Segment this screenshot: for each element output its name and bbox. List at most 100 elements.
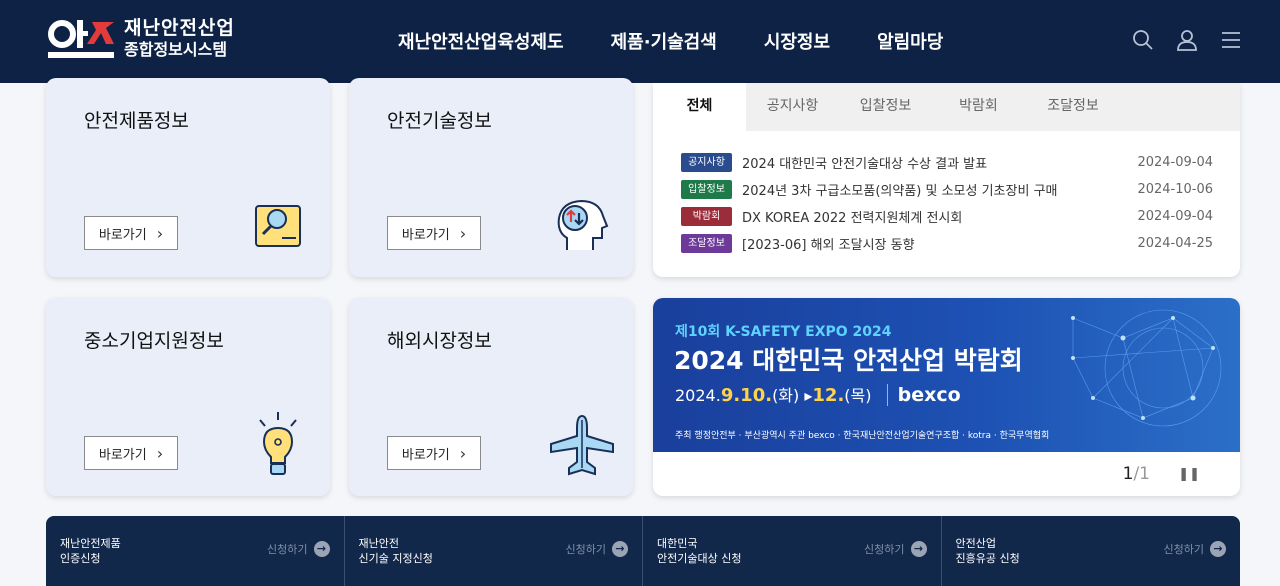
banner-hosts: 주최 행정안전부 · 부산광역시 주관 bexco · 한국재난안전산업기술연구… — [675, 431, 1050, 441]
chevron-right-icon: › — [459, 443, 467, 463]
notice-date: 2024-04-25 — [1137, 236, 1213, 251]
card-overseas-market: 해외시장정보 바로가기 › — [349, 298, 633, 496]
apply-item-label: 재난안전 신기술 지정신청 — [358, 537, 433, 565]
list-item[interactable]: 조달정보 [2023-06] 해외 조달시장 동향 2024-04-25 — [681, 230, 1213, 257]
apply-button[interactable]: 신청하기 → — [864, 541, 927, 557]
airplane-icon — [549, 414, 615, 480]
head-brain-icon — [553, 196, 611, 258]
go-button[interactable]: 바로가기 › — [387, 436, 481, 470]
day-start: (화) — [772, 386, 800, 405]
card-title: 안전제품정보 — [84, 110, 189, 132]
notice-date: 2024-10-06 — [1137, 182, 1213, 197]
notice-title[interactable]: 2024년 3차 구급소모품(의약품) 및 소모성 기초장비 구매 — [742, 180, 1137, 199]
tab-all[interactable]: 전체 — [653, 83, 746, 131]
arrow-right-icon: → — [612, 541, 628, 557]
pause-icon[interactable]: ❚❚ — [1178, 467, 1200, 482]
go-button-label: 바로가기 — [98, 227, 147, 243]
date-prefix: 2024. — [675, 386, 721, 405]
go-button[interactable]: 바로가기 › — [84, 436, 178, 470]
tab-procurement[interactable]: 조달정보 — [1025, 83, 1121, 131]
expo-banner: 제10회 K-SAFETY EXPO 2024 2024 대한민국 안전산업 박… — [653, 298, 1240, 496]
notice-date: 2024-09-04 — [1137, 155, 1213, 170]
apply-item-new-tech[interactable]: 재난안전 신기술 지정신청 신청하기 → — [345, 516, 643, 586]
notice-title[interactable]: 2024 대한민국 안전기술대상 수상 결과 발표 — [742, 153, 1137, 172]
date-start: 9.10. — [720, 385, 773, 406]
nav-disaster-industry-policy[interactable]: 재난안전산업육성제도 — [398, 28, 564, 54]
search-icon[interactable] — [1132, 28, 1154, 52]
apply-button[interactable]: 신청하기 → — [566, 541, 628, 557]
notice-title[interactable]: [2023-06] 해외 조달시장 동향 — [742, 234, 1137, 253]
go-button[interactable]: 바로가기 › — [84, 216, 178, 250]
page-total: 1 — [1139, 464, 1150, 484]
apply-item-product-certification[interactable]: 재난안전제품 인증신청 신청하기 → — [46, 516, 345, 586]
go-button-label: 바로가기 — [98, 447, 147, 463]
apply-label: 신청하기 — [1163, 543, 1204, 556]
card-safety-product: 안전제품정보 바로가기 › — [46, 78, 330, 277]
menu-icon[interactable] — [1220, 28, 1242, 52]
chevron-right-icon: › — [156, 443, 164, 463]
apply-label: 신청하기 — [565, 543, 606, 556]
card-title: 해외시장정보 — [387, 330, 492, 352]
list-item[interactable]: 공지사항 2024 대한민국 안전기술대상 수상 결과 발표 2024-09-0… — [681, 149, 1213, 176]
application-bar: 재난안전제품 인증신청 신청하기 → 재난안전 신기술 지정신청 신청하기 → 대한… — [46, 516, 1240, 586]
arrow-right-icon: → — [910, 541, 927, 557]
notice-list: 공지사항 2024 대한민국 안전기술대상 수상 결과 발표 2024-09-0… — [681, 149, 1213, 257]
logo-line2: 종합정보시스템 — [124, 40, 228, 59]
date-end: 12. — [812, 385, 845, 406]
nav-market-info[interactable]: 시장정보 — [764, 28, 830, 54]
nav-notice-board[interactable]: 알림마당 — [877, 28, 943, 54]
apply-label: 신청하기 — [267, 543, 308, 556]
magnifier-document-icon — [254, 202, 304, 252]
nav-product-tech-search[interactable]: 제품·기술검색 — [611, 28, 717, 54]
main-nav: 재난안전산업육성제도 제품·기술검색 시장정보 알림마당 — [398, 28, 943, 54]
day-end: (목) — [844, 386, 872, 405]
list-item[interactable]: 박람회 DX KOREA 2022 전력지원체계 전시회 2024-09-04 — [681, 203, 1213, 230]
category-badge: 조달정보 — [681, 234, 732, 253]
site-header: 재난안전산업 종합정보시스템 재난안전산업육성제도 제품·기술검색 시장정보 알… — [0, 0, 1280, 83]
notice-panel: 전체 공지사항 입찰정보 박람회 조달정보 공지사항 2024 대한민국 안전기… — [653, 83, 1240, 277]
user-icon[interactable] — [1176, 28, 1198, 52]
arrow-right-icon: → — [313, 541, 330, 557]
notice-date: 2024-09-04 — [1137, 209, 1213, 224]
logo-mark-icon — [46, 16, 116, 62]
logo-text: 재난안전산업 종합정보시스템 — [124, 17, 235, 61]
card-safety-tech: 안전기술정보 바로가기 › — [349, 78, 633, 277]
banner-subtitle: 제10회 K-SAFETY EXPO 2024 — [675, 324, 892, 340]
chevron-right-icon: › — [459, 223, 467, 243]
go-button-label: 바로가기 — [401, 227, 450, 243]
category-badge: 입찰정보 — [681, 180, 732, 199]
chevron-right-icon: › — [156, 223, 164, 243]
apply-item-label: 대한민국 안전기술대상 신청 — [657, 537, 742, 565]
category-badge: 박람회 — [681, 207, 732, 226]
notice-tabs: 전체 공지사항 입찰정보 박람회 조달정보 — [653, 83, 1240, 131]
list-item[interactable]: 입찰정보 2024년 3차 구급소모품(의약품) 및 소모성 기초장비 구매 2… — [681, 176, 1213, 203]
page-current: 1 — [1122, 464, 1134, 484]
lightbulb-icon — [254, 410, 302, 484]
venue: bexco — [886, 384, 961, 406]
tab-announcements[interactable]: 공지사항 — [746, 83, 839, 131]
apply-button[interactable]: 신청하기 → — [267, 541, 330, 557]
banner-date: 2024.9.10.(화) ▸12.(목) bexco — [675, 382, 961, 406]
category-badge: 공지사항 — [681, 153, 732, 172]
apply-item-tech-award[interactable]: 대한민국 안전기술대상 신청 신청하기 → — [643, 516, 942, 586]
apply-label: 신청하기 — [864, 543, 905, 556]
site-logo[interactable]: 재난안전산업 종합정보시스템 — [46, 16, 235, 62]
notice-title[interactable]: DX KOREA 2022 전력지원체계 전시회 — [742, 207, 1137, 226]
arrow-right-icon: → — [1210, 541, 1226, 557]
card-sme-support: 중소기업지원정보 바로가기 › — [46, 298, 330, 496]
go-button-label: 바로가기 — [401, 447, 450, 463]
card-title: 안전기술정보 — [387, 110, 492, 132]
apply-button[interactable]: 신청하기 → — [1164, 541, 1226, 557]
slide-pager: 1/1 — [1123, 464, 1150, 484]
card-title: 중소기업지원정보 — [84, 330, 224, 352]
header-icons — [1132, 28, 1242, 52]
go-button[interactable]: 바로가기 › — [387, 216, 481, 250]
apply-item-label: 재난안전제품 인증신청 — [60, 537, 121, 565]
banner-title: 2024 대한민국 안전산업 박람회 — [674, 346, 1023, 375]
apply-item-label: 안전산업 진흥유공 신청 — [955, 537, 1020, 565]
tab-bidding[interactable]: 입찰정보 — [839, 83, 932, 131]
tab-exhibition[interactable]: 박람회 — [932, 83, 1025, 131]
apply-item-merit[interactable]: 안전산업 진흥유공 신청 신청하기 → — [942, 516, 1241, 586]
logo-line1: 재난안전산업 — [124, 17, 235, 39]
banner-image[interactable]: 제10회 K-SAFETY EXPO 2024 2024 대한민국 안전산업 박… — [653, 298, 1240, 452]
